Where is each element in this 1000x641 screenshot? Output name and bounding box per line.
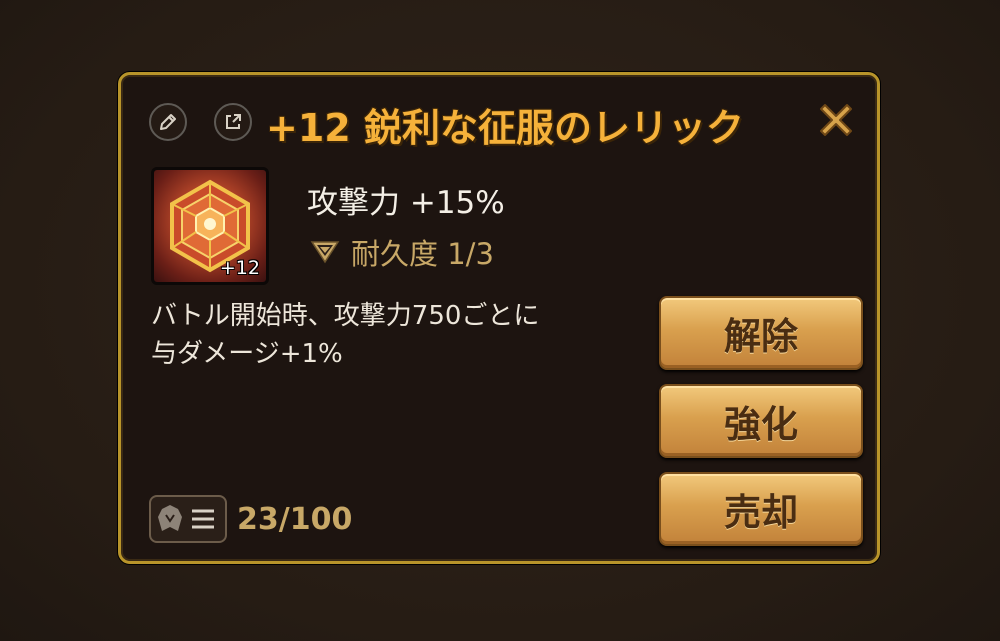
unequip-button[interactable]: 解除: [659, 296, 863, 370]
description-line: バトル開始時、攻撃力750ごとに: [151, 301, 540, 331]
pencil-icon: [160, 114, 176, 130]
share-button[interactable]: [214, 103, 252, 141]
relic-title: +12 鋭利な征服のレリック: [266, 106, 744, 150]
background: +12 鋭利な征服のレリック +12 攻撃力 +15% 耐久度 1/3 バトル開…: [0, 0, 1000, 641]
relic-description: バトル開始時、攻撃力750ごとに 与ダメージ+1%: [151, 297, 621, 373]
close-icon: [820, 104, 852, 136]
durability-text: 耐久度 1/3: [351, 237, 494, 271]
share-icon: [226, 114, 241, 129]
close-button[interactable]: [815, 99, 857, 141]
relic-stat: 攻撃力 +15%: [307, 185, 505, 221]
relic-item-icon: +12: [151, 167, 269, 285]
diamond-shield-icon: [310, 241, 340, 264]
relic-level-badge: +12: [219, 257, 260, 279]
relic-list-icon: [158, 505, 214, 531]
sell-button[interactable]: 売却: [659, 472, 863, 546]
description-line: 与ダメージ+1%: [151, 339, 343, 369]
relic-detail-panel: +12 鋭利な征服のレリック +12 攻撃力 +15% 耐久度 1/3 バトル開…: [118, 72, 880, 564]
relic-capacity: 23/100: [149, 495, 352, 543]
enhance-button[interactable]: 強化: [659, 384, 863, 458]
edit-button[interactable]: [149, 103, 187, 141]
relic-list-button[interactable]: [149, 495, 227, 543]
durability: 耐久度 1/3: [309, 231, 494, 273]
capacity-count: 23/100: [237, 501, 353, 537]
